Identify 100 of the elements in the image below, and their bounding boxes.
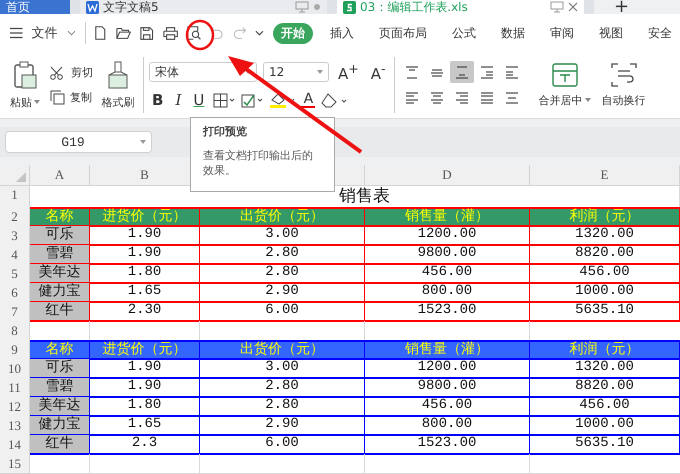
row-header[interactable]: 4 xyxy=(0,245,30,265)
table-cell: 1.90 xyxy=(90,245,200,265)
monitor-icon[interactable] xyxy=(550,1,564,13)
row-header[interactable]: 1 xyxy=(0,185,30,208)
row-header[interactable]: 11 xyxy=(0,378,30,398)
ribbon-tab[interactable]: 插入 xyxy=(322,22,362,44)
cell-style-icon[interactable] xyxy=(241,92,264,108)
menu-icon[interactable] xyxy=(10,27,23,39)
font-size-dropdown[interactable]: 12 xyxy=(263,62,329,82)
row-header[interactable]: 15 xyxy=(0,454,30,474)
row-header[interactable]: 3 xyxy=(0,226,30,246)
copy-icon[interactable] xyxy=(50,90,65,105)
ribbon-tab[interactable]: 视图 xyxy=(591,22,631,44)
shrink-font-button[interactable]: A$^{-}$ xyxy=(368,61,389,83)
table-cell: 800.00 xyxy=(365,283,530,303)
document-tab[interactable]: 首页 xyxy=(0,0,70,14)
caret-icon[interactable] xyxy=(66,30,76,36)
table-cell: 健力宝 xyxy=(30,283,90,303)
format-painter-button[interactable]: 格式刷 xyxy=(102,94,134,110)
table-cell: 1000.00 xyxy=(530,416,680,436)
dropdown-icon[interactable] xyxy=(255,30,264,36)
copy-button[interactable]: 复制 xyxy=(70,90,92,105)
table-cell: 5635.10 xyxy=(530,435,680,455)
annotation-circle xyxy=(186,20,214,50)
column-heading: 进货价（元） xyxy=(90,340,200,360)
undo-icon[interactable] xyxy=(210,26,224,40)
table-cell: 1.90 xyxy=(90,359,200,379)
row-header[interactable]: 9 xyxy=(0,340,30,360)
format-painter-icon[interactable] xyxy=(107,60,129,88)
table-cell: 1.90 xyxy=(90,378,200,398)
print-icon[interactable] xyxy=(162,26,178,40)
table-cell: 456.00 xyxy=(530,397,680,417)
ribbon-tab[interactable]: 审阅 xyxy=(542,22,582,44)
table-cell: 红牛 xyxy=(30,302,90,322)
row-header[interactable]: 6 xyxy=(0,283,30,303)
wrap-text-icon[interactable] xyxy=(610,62,637,86)
column-header[interactable]: D xyxy=(365,165,530,186)
italic-button[interactable]: I xyxy=(172,91,184,109)
column-heading: 利润（元） xyxy=(530,340,680,360)
table-cell: 2.90 xyxy=(200,283,365,303)
underline-button[interactable]: U xyxy=(190,91,208,109)
font-color-button[interactable]: A xyxy=(301,92,316,108)
caret-icon[interactable] xyxy=(34,100,40,104)
ribbon-tab[interactable]: 页面布局 xyxy=(371,22,435,44)
row-header[interactable]: 12 xyxy=(0,397,30,417)
new-tab-button[interactable]: + xyxy=(594,0,680,14)
tooltip-text: 查看文档打印输出后的效果。 xyxy=(203,148,314,178)
table-cell: 9800.00 xyxy=(365,378,530,398)
table-cell: 1000.00 xyxy=(530,283,680,303)
name-box[interactable]: G19 xyxy=(5,131,152,153)
close-icon[interactable] xyxy=(568,2,578,12)
align-justify-icon xyxy=(478,90,495,106)
caret-icon[interactable] xyxy=(584,98,591,102)
grow-font-button[interactable]: A$^{+}$ xyxy=(335,61,362,83)
dot-icon xyxy=(313,3,321,11)
wrap-text-button[interactable]: 自动换行 xyxy=(602,92,646,108)
table-cell: 2.80 xyxy=(200,264,365,284)
merge-cells-icon[interactable] xyxy=(552,62,578,86)
paste-button[interactable]: 粘贴 xyxy=(10,94,32,110)
file-menu[interactable]: 文件 xyxy=(32,24,58,42)
table-cell: 1.65 xyxy=(90,283,200,303)
align-distributed-icon xyxy=(504,90,520,106)
ribbon-tab[interactable]: 公式 xyxy=(444,22,484,44)
save-icon[interactable] xyxy=(140,26,154,40)
ribbon-tab[interactable]: 数据 xyxy=(493,22,533,44)
merge-center-button[interactable]: 合并居中 xyxy=(538,92,583,108)
row-header[interactable]: 7 xyxy=(0,302,30,322)
column-header[interactable]: A xyxy=(30,165,90,186)
align-right-icon xyxy=(454,90,470,106)
row-header[interactable]: 14 xyxy=(0,435,30,455)
fill-color-icon[interactable] xyxy=(269,92,296,108)
align-outdent-icon xyxy=(478,64,495,80)
table-cell: 2.30 xyxy=(90,302,200,322)
align-indent-icon xyxy=(504,64,520,80)
table-cell: 2.80 xyxy=(200,378,365,398)
row-header[interactable]: 2 xyxy=(0,207,30,227)
document-tab[interactable]: 文字文稿5 xyxy=(80,0,327,14)
column-heading: 销售量（灌） xyxy=(365,340,530,360)
column-header[interactable]: E xyxy=(530,165,680,186)
row-header[interactable]: 13 xyxy=(0,416,30,436)
row-header[interactable]: 8 xyxy=(0,321,30,341)
paste-icon[interactable] xyxy=(13,60,37,88)
row-header[interactable]: 10 xyxy=(0,359,30,379)
column-heading: 进货价（元） xyxy=(90,207,200,227)
align-button[interactable] xyxy=(450,61,474,83)
row-header[interactable]: 5 xyxy=(0,264,30,284)
eraser-icon[interactable] xyxy=(321,92,348,108)
table-cell: 健力宝 xyxy=(30,416,90,436)
bold-button[interactable]: B xyxy=(149,91,166,109)
align-top-icon xyxy=(404,64,420,80)
table-cell: 红牛 xyxy=(30,435,90,455)
cut-button[interactable]: 剪切 xyxy=(71,65,93,80)
new-file-icon[interactable] xyxy=(94,25,107,41)
ribbon-tab[interactable]: 安全 xyxy=(640,22,680,44)
align-left-icon xyxy=(404,90,420,106)
table-cell: 456.00 xyxy=(530,264,680,284)
print-preview-icon[interactable] xyxy=(186,25,202,41)
table-cell: 1523.00 xyxy=(365,435,530,455)
borders-icon[interactable] xyxy=(213,92,236,108)
folder-icon[interactable] xyxy=(116,26,132,40)
